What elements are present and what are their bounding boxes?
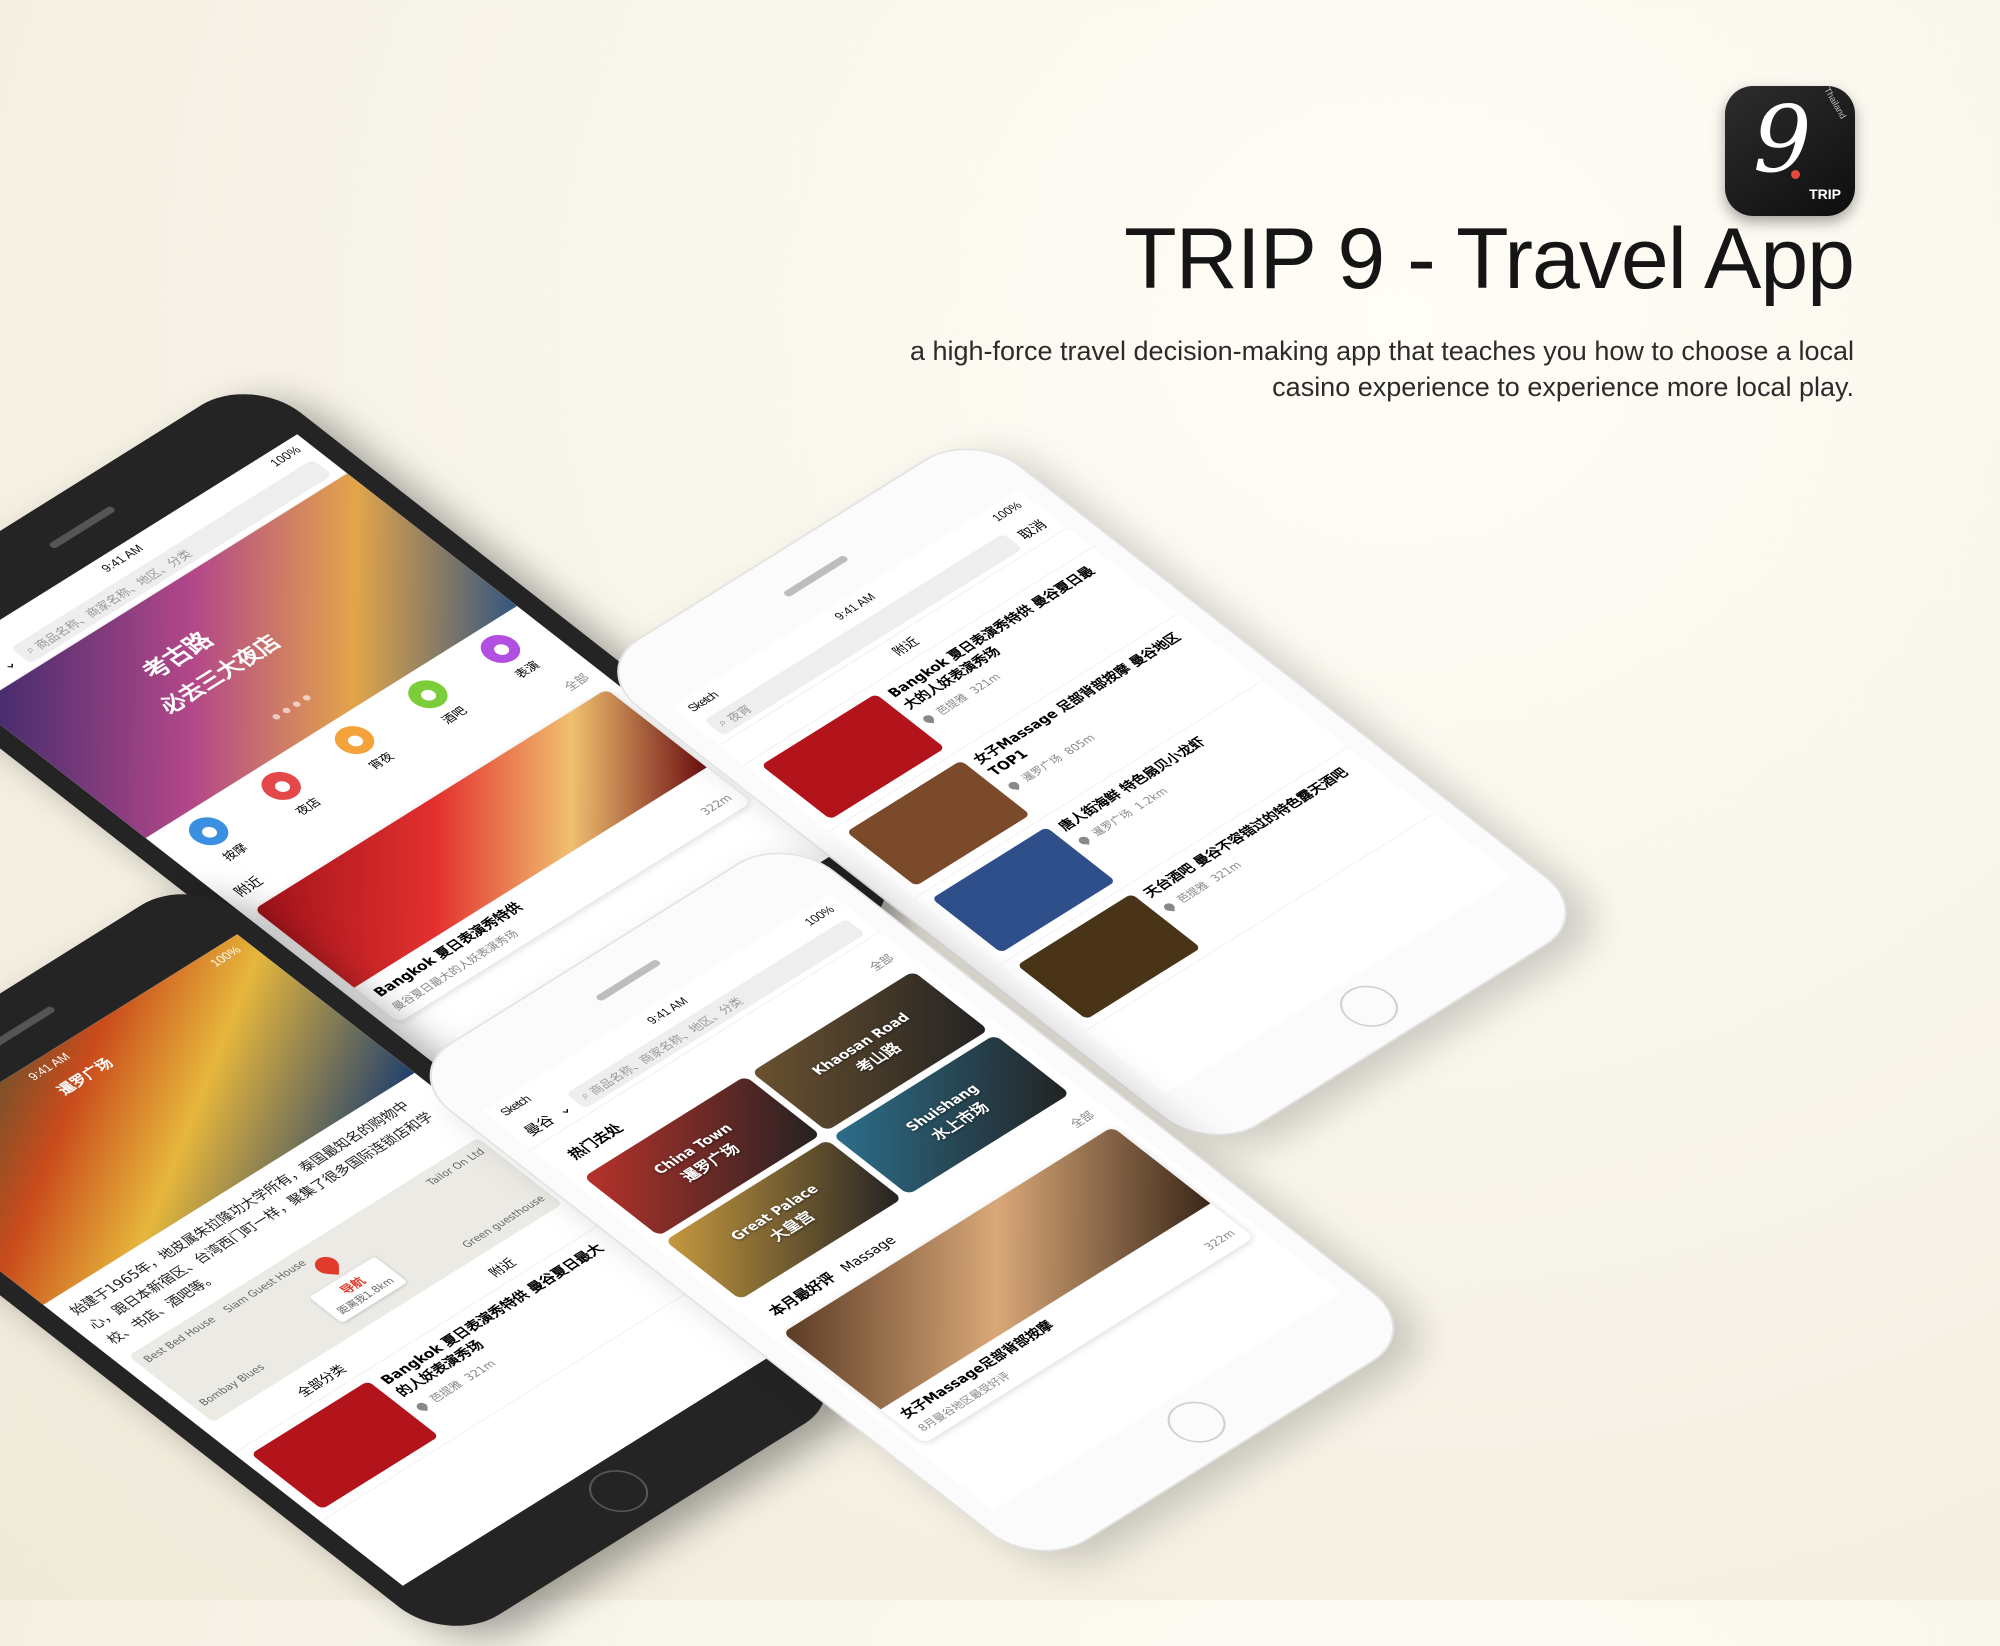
more-link[interactable]: 全部 [558, 669, 593, 694]
category-item[interactable]: ● 酒吧 [399, 674, 475, 729]
app-icon-dot [1791, 170, 1800, 179]
category-item[interactable]: ● 按摩 [180, 811, 256, 866]
city-selector[interactable]: 曼谷 [517, 1110, 560, 1139]
more-link[interactable]: 全部 [863, 950, 897, 973]
home-button [576, 1461, 661, 1521]
page-subtitle: a high-force travel decision-making app … [909, 336, 1854, 402]
app-icon-country: Thailand [1822, 86, 1849, 121]
phone-speaker [0, 1005, 57, 1050]
banner-pager [270, 694, 313, 721]
nearby-title: 附近 [229, 873, 268, 900]
chevron-down-icon: ⌄ [0, 654, 21, 673]
location-pin-icon [1008, 781, 1019, 790]
location-pin-icon [416, 1402, 428, 1411]
location-pin-icon [1078, 836, 1090, 845]
app-icon-numeral: 9 [1753, 86, 1812, 193]
category-item[interactable]: ● 宵夜 [326, 720, 402, 774]
home-button [1155, 1393, 1238, 1451]
home-button [1328, 977, 1410, 1036]
cancel-button[interactable]: 取消 [1012, 516, 1051, 543]
map-label: Bombay Blues [196, 1361, 268, 1409]
app-icon: 9 TRIP Thailand [1725, 86, 1855, 216]
category-label: 夜店 [292, 796, 325, 819]
location-pin-icon [1163, 902, 1175, 912]
category-item[interactable]: ● 夜店 [253, 766, 329, 820]
location-pin-icon [922, 714, 934, 723]
phone-speaker [594, 958, 662, 1002]
category-label: 酒吧 [438, 705, 471, 727]
phone-speaker [782, 554, 850, 598]
chevron-down-icon: ⌄ [550, 1100, 576, 1118]
page-title: TRIP 9 - Travel App [1124, 211, 1855, 307]
more-link[interactable]: 全部 [1064, 1107, 1098, 1130]
map-pin-icon [314, 1256, 340, 1275]
category-item[interactable]: ● 表演 [472, 629, 548, 683]
app-icon-brand: TRIP [1809, 186, 1841, 202]
phone-speaker [47, 505, 117, 550]
category-label: 宵夜 [365, 750, 398, 773]
category-label: 表演 [512, 659, 544, 682]
category-label: 按摩 [219, 841, 252, 864]
